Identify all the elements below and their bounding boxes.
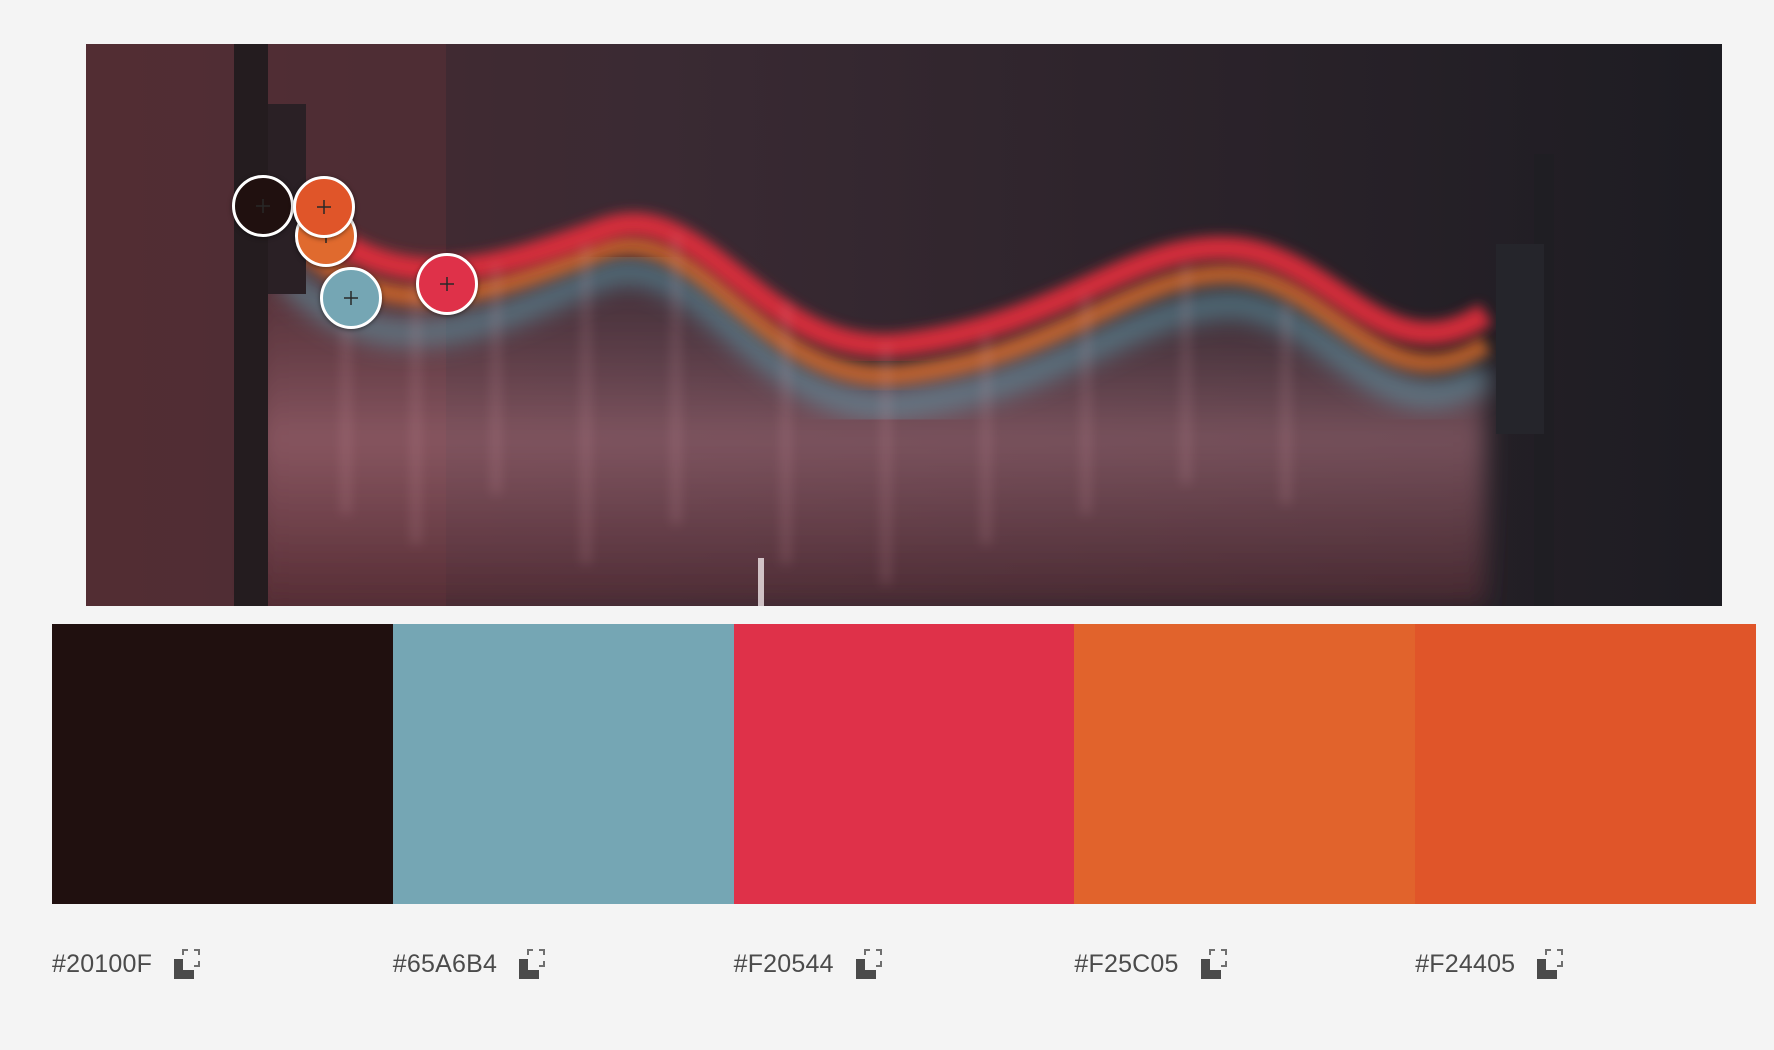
hex-code-cell-5: #F24405 bbox=[1415, 944, 1756, 984]
color-picker-handle-1[interactable] bbox=[232, 175, 294, 237]
source-image-panel bbox=[86, 44, 1722, 606]
crosshair-icon bbox=[317, 200, 331, 214]
color-picker-handle-4[interactable] bbox=[320, 267, 382, 329]
crosshair-icon bbox=[440, 277, 454, 291]
hex-code[interactable]: #65A6B4 bbox=[393, 950, 497, 979]
palette-swatches bbox=[52, 624, 1756, 904]
copy-icon[interactable] bbox=[854, 947, 888, 981]
swatch-1[interactable] bbox=[52, 624, 393, 904]
hex-code-cell-2: #65A6B4 bbox=[393, 944, 734, 984]
hex-code[interactable]: #F20544 bbox=[734, 950, 834, 979]
swatch-2[interactable] bbox=[392, 624, 734, 904]
color-picker-handle-5[interactable] bbox=[416, 253, 478, 315]
copy-icon[interactable] bbox=[1535, 947, 1569, 981]
crosshair-icon bbox=[256, 199, 270, 213]
hex-code[interactable]: #F25C05 bbox=[1074, 950, 1178, 979]
swatch-3[interactable] bbox=[733, 624, 1075, 904]
swatch-5[interactable] bbox=[1415, 624, 1756, 904]
source-photo bbox=[86, 44, 1722, 606]
color-picker-handle-3[interactable] bbox=[293, 176, 355, 238]
hex-code[interactable]: #F24405 bbox=[1415, 950, 1515, 979]
hex-code[interactable]: #20100F bbox=[52, 950, 152, 979]
copy-icon[interactable] bbox=[1199, 947, 1233, 981]
palette-hex-codes: #20100F #65A6B4 #F20544 #F25C05 #F24405 bbox=[52, 944, 1756, 984]
hex-code-cell-4: #F25C05 bbox=[1074, 944, 1415, 984]
swatch-4[interactable] bbox=[1074, 624, 1416, 904]
copy-icon[interactable] bbox=[172, 947, 206, 981]
hex-code-cell-1: #20100F bbox=[52, 944, 393, 984]
hex-code-cell-3: #F20544 bbox=[734, 944, 1075, 984]
crosshair-icon bbox=[344, 291, 358, 305]
copy-icon[interactable] bbox=[517, 947, 551, 981]
